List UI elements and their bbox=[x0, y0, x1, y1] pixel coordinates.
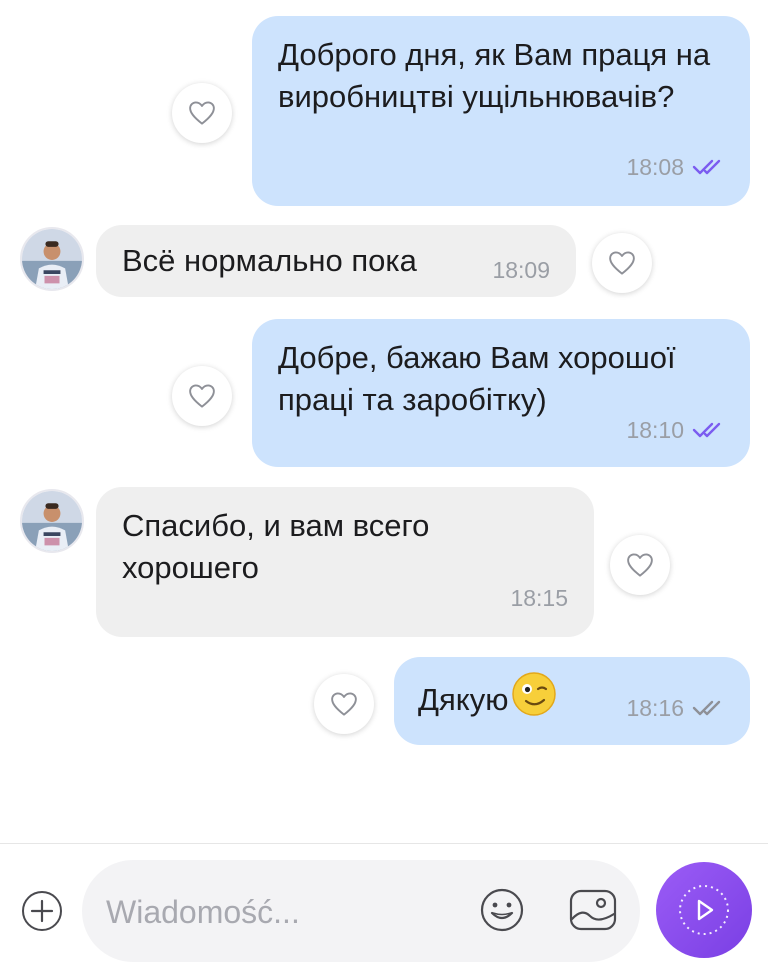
message-time: 18:15 bbox=[510, 585, 568, 611]
add-attachment-icon[interactable] bbox=[20, 889, 64, 933]
message-meta: 18:08 bbox=[626, 146, 724, 188]
message-text: Спасибо, и вам всего хорошего bbox=[122, 508, 430, 585]
composer-divider bbox=[0, 843, 768, 844]
message-content: Дякую bbox=[418, 672, 558, 721]
message-text: Дякую bbox=[418, 682, 509, 717]
emoji-icon[interactable] bbox=[478, 886, 526, 934]
outgoing-message-bubble[interactable]: Доброго дня, як Вам праця на виробництві… bbox=[252, 16, 750, 206]
message-text: Доброго дня, як Вам праця на виробництві… bbox=[278, 37, 711, 114]
incoming-message-bubble[interactable]: Спасибо, и вам всего хорошего 18:15 bbox=[96, 487, 594, 637]
heart-icon bbox=[609, 251, 635, 275]
like-button[interactable] bbox=[314, 674, 374, 734]
message-input[interactable] bbox=[106, 890, 446, 934]
double-check-read-icon bbox=[692, 422, 721, 438]
incoming-message-bubble[interactable]: Всё нормально пока 18:09 bbox=[96, 225, 576, 297]
message-meta: 18:09 bbox=[492, 249, 550, 291]
heart-icon bbox=[627, 553, 653, 577]
heart-icon bbox=[189, 384, 215, 408]
double-check-delivered-icon bbox=[692, 700, 721, 716]
contact-avatar[interactable] bbox=[20, 227, 84, 291]
message-meta: 18:10 bbox=[626, 409, 724, 451]
like-button[interactable] bbox=[172, 366, 232, 426]
contact-photo bbox=[22, 229, 82, 289]
outgoing-message-bubble[interactable]: Добре, бажаю Вам хорошої праці та заробі… bbox=[252, 319, 750, 467]
message-time: 18:10 bbox=[626, 417, 684, 443]
message-time: 18:09 bbox=[492, 257, 550, 283]
heart-icon bbox=[331, 692, 357, 716]
like-button[interactable] bbox=[172, 83, 232, 143]
message-time: 18:08 bbox=[626, 154, 684, 180]
contact-photo bbox=[22, 491, 82, 551]
gallery-icon[interactable] bbox=[568, 886, 618, 934]
play-icon bbox=[679, 885, 729, 935]
message-meta: 18:16 bbox=[626, 687, 724, 729]
double-check-read-icon bbox=[692, 159, 721, 175]
contact-avatar[interactable] bbox=[20, 489, 84, 553]
like-button[interactable] bbox=[610, 535, 670, 595]
heart-icon bbox=[189, 101, 215, 125]
message-meta: 18:15 bbox=[510, 577, 568, 619]
outgoing-message-bubble[interactable]: Дякую 18:16 bbox=[394, 657, 750, 745]
voice-message-button[interactable] bbox=[656, 862, 752, 958]
message-time: 18:16 bbox=[626, 695, 684, 721]
winking-face-emoji-icon bbox=[512, 672, 557, 716]
message-input-container[interactable] bbox=[82, 860, 640, 962]
like-button[interactable] bbox=[592, 233, 652, 293]
